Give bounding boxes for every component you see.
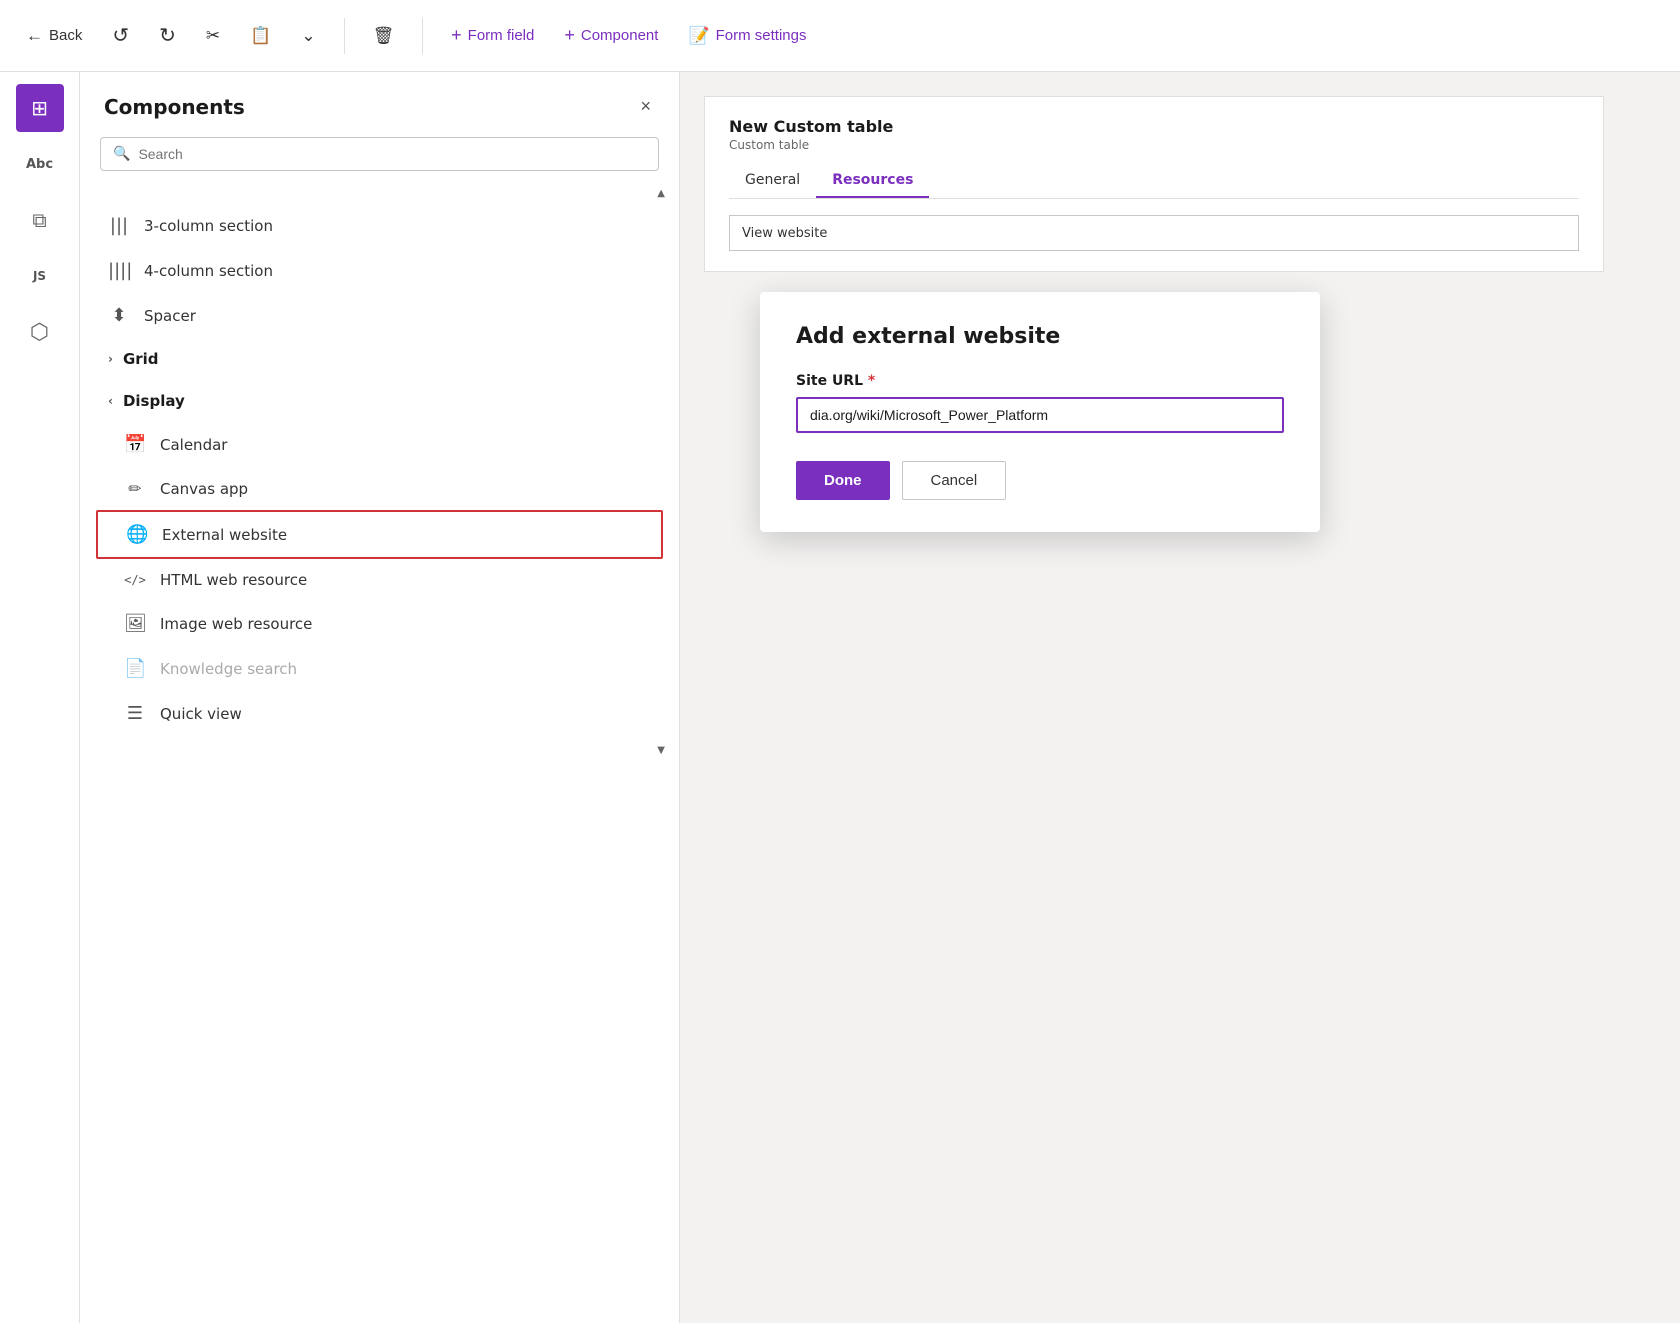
html-icon: </> xyxy=(124,573,146,587)
list-item-spacer[interactable]: ⬍ Spacer xyxy=(80,293,679,338)
four-col-icon: |||| xyxy=(108,260,130,281)
list-item-calendar[interactable]: 📅 Calendar xyxy=(80,422,679,467)
panel-header: Components × xyxy=(80,72,679,137)
search-box: 🔍 xyxy=(100,137,659,171)
list-item-quick-view[interactable]: ☰ Quick view xyxy=(80,691,679,736)
redo-button[interactable]: ↻ xyxy=(153,19,182,52)
delete-button[interactable]: 🗑 xyxy=(367,22,401,50)
dialog-actions: Done Cancel xyxy=(796,461,1284,500)
site-url-label: Site URL * xyxy=(796,373,1284,389)
divider-2 xyxy=(422,18,423,54)
list-item-canvas-app[interactable]: ✏ Canvas app xyxy=(80,467,679,510)
form-field-label: View website xyxy=(742,226,827,241)
paste-icon: 📋 xyxy=(250,26,271,46)
list-item-external-website[interactable]: 🌐 External website xyxy=(96,510,663,559)
text-icon: Abc xyxy=(26,157,53,172)
required-marker: * xyxy=(868,373,875,389)
tab-resources[interactable]: Resources xyxy=(816,164,929,198)
nav-text[interactable]: Abc xyxy=(16,140,64,188)
image-icon: 🖼 xyxy=(124,613,146,634)
section-display[interactable]: ‹ Display xyxy=(80,380,679,422)
divider-1 xyxy=(344,18,345,54)
canvas-app-icon: ✏ xyxy=(124,479,146,498)
paste-button[interactable]: 📋 xyxy=(244,22,277,50)
grid-icon: ⊞ xyxy=(31,96,48,120)
knowledge-icon: 📄 xyxy=(124,658,146,679)
spacer-icon: ⬍ xyxy=(108,305,130,326)
back-icon: ← xyxy=(26,26,43,46)
plus-icon-2: + xyxy=(564,25,575,46)
form-field-button[interactable]: + Form field xyxy=(445,21,540,50)
search-icon: 🔍 xyxy=(113,146,130,162)
main-area: ⊞ Abc ⧉ JS ⬡ Components × 🔍 ▲ xyxy=(0,72,1680,1323)
back-button[interactable]: ← Back xyxy=(20,22,88,50)
scroll-up-arrow[interactable]: ▲ xyxy=(657,187,665,201)
cut-icon: ✂ xyxy=(206,26,220,46)
redo-icon: ↻ xyxy=(159,23,176,48)
nav-layers[interactable]: ⧉ xyxy=(16,196,64,244)
list-item-4col[interactable]: |||| 4-column section xyxy=(80,248,679,293)
dialog-title: Add external website xyxy=(796,324,1284,349)
panel-title: Components xyxy=(104,95,245,119)
form-tabs: General Resources xyxy=(729,164,1579,199)
form-settings-icon: 📝 xyxy=(688,26,709,46)
add-external-website-dialog: Add external website Site URL * Done Can… xyxy=(760,292,1320,532)
delete-icon: 🗑 xyxy=(373,26,395,46)
form-settings-button[interactable]: 📝 Form settings xyxy=(682,22,812,50)
left-nav: ⊞ Abc ⧉ JS ⬡ xyxy=(0,72,80,1323)
quick-view-icon: ☰ xyxy=(124,703,146,724)
nav-tree[interactable]: ⬡ xyxy=(16,308,64,356)
scroll-down-arrow[interactable]: ▼ xyxy=(657,744,665,758)
form-container: New Custom table Custom table General Re… xyxy=(704,96,1604,272)
form-field-row: View website xyxy=(729,215,1579,251)
chevron-right-icon: › xyxy=(108,352,113,366)
site-url-input[interactable] xyxy=(796,397,1284,433)
tab-general[interactable]: General xyxy=(729,164,816,198)
dropdown-button[interactable]: ⌄ xyxy=(295,22,321,50)
tree-icon: ⬡ xyxy=(30,320,49,345)
list-item-knowledge-search: 📄 Knowledge search xyxy=(80,646,679,691)
component-button[interactable]: + Component xyxy=(558,21,664,50)
globe-icon: 🌐 xyxy=(126,524,148,545)
undo-icon: ↺ xyxy=(112,23,129,48)
toolbar: ← Back ↺ ↻ ✂ 📋 ⌄ 🗑 + Form field + Compon… xyxy=(0,0,1680,72)
components-list: ▲ ||| 3-column section |||| 4-column sec… xyxy=(80,187,679,1323)
list-item-html-resource[interactable]: </> HTML web resource xyxy=(80,559,679,601)
list-item-image-resource[interactable]: 🖼 Image web resource xyxy=(80,601,679,646)
section-grid[interactable]: › Grid xyxy=(80,338,679,380)
list-item-3col[interactable]: ||| 3-column section xyxy=(80,203,679,248)
calendar-icon: 📅 xyxy=(124,434,146,455)
nav-javascript[interactable]: JS xyxy=(16,252,64,300)
form-subtitle: Custom table xyxy=(729,138,1579,152)
done-button[interactable]: Done xyxy=(796,461,890,500)
form-title: New Custom table xyxy=(729,117,1579,136)
nav-components[interactable]: ⊞ xyxy=(16,84,64,132)
chevron-down-icon: ‹ xyxy=(108,394,113,408)
undo-button[interactable]: ↺ xyxy=(106,19,135,52)
chevron-down-icon: ⌄ xyxy=(301,26,315,46)
three-col-icon: ||| xyxy=(108,215,130,236)
cancel-button[interactable]: Cancel xyxy=(902,461,1007,500)
layers-icon: ⧉ xyxy=(32,208,46,232)
cut-button[interactable]: ✂ xyxy=(200,22,226,50)
components-panel: Components × 🔍 ▲ ||| 3-column section ||… xyxy=(80,72,680,1323)
plus-icon-1: + xyxy=(451,25,462,46)
panel-close-button[interactable]: × xyxy=(636,92,655,121)
search-input[interactable] xyxy=(138,146,646,162)
form-canvas: New Custom table Custom table General Re… xyxy=(680,72,1680,1323)
js-icon: JS xyxy=(33,269,46,283)
